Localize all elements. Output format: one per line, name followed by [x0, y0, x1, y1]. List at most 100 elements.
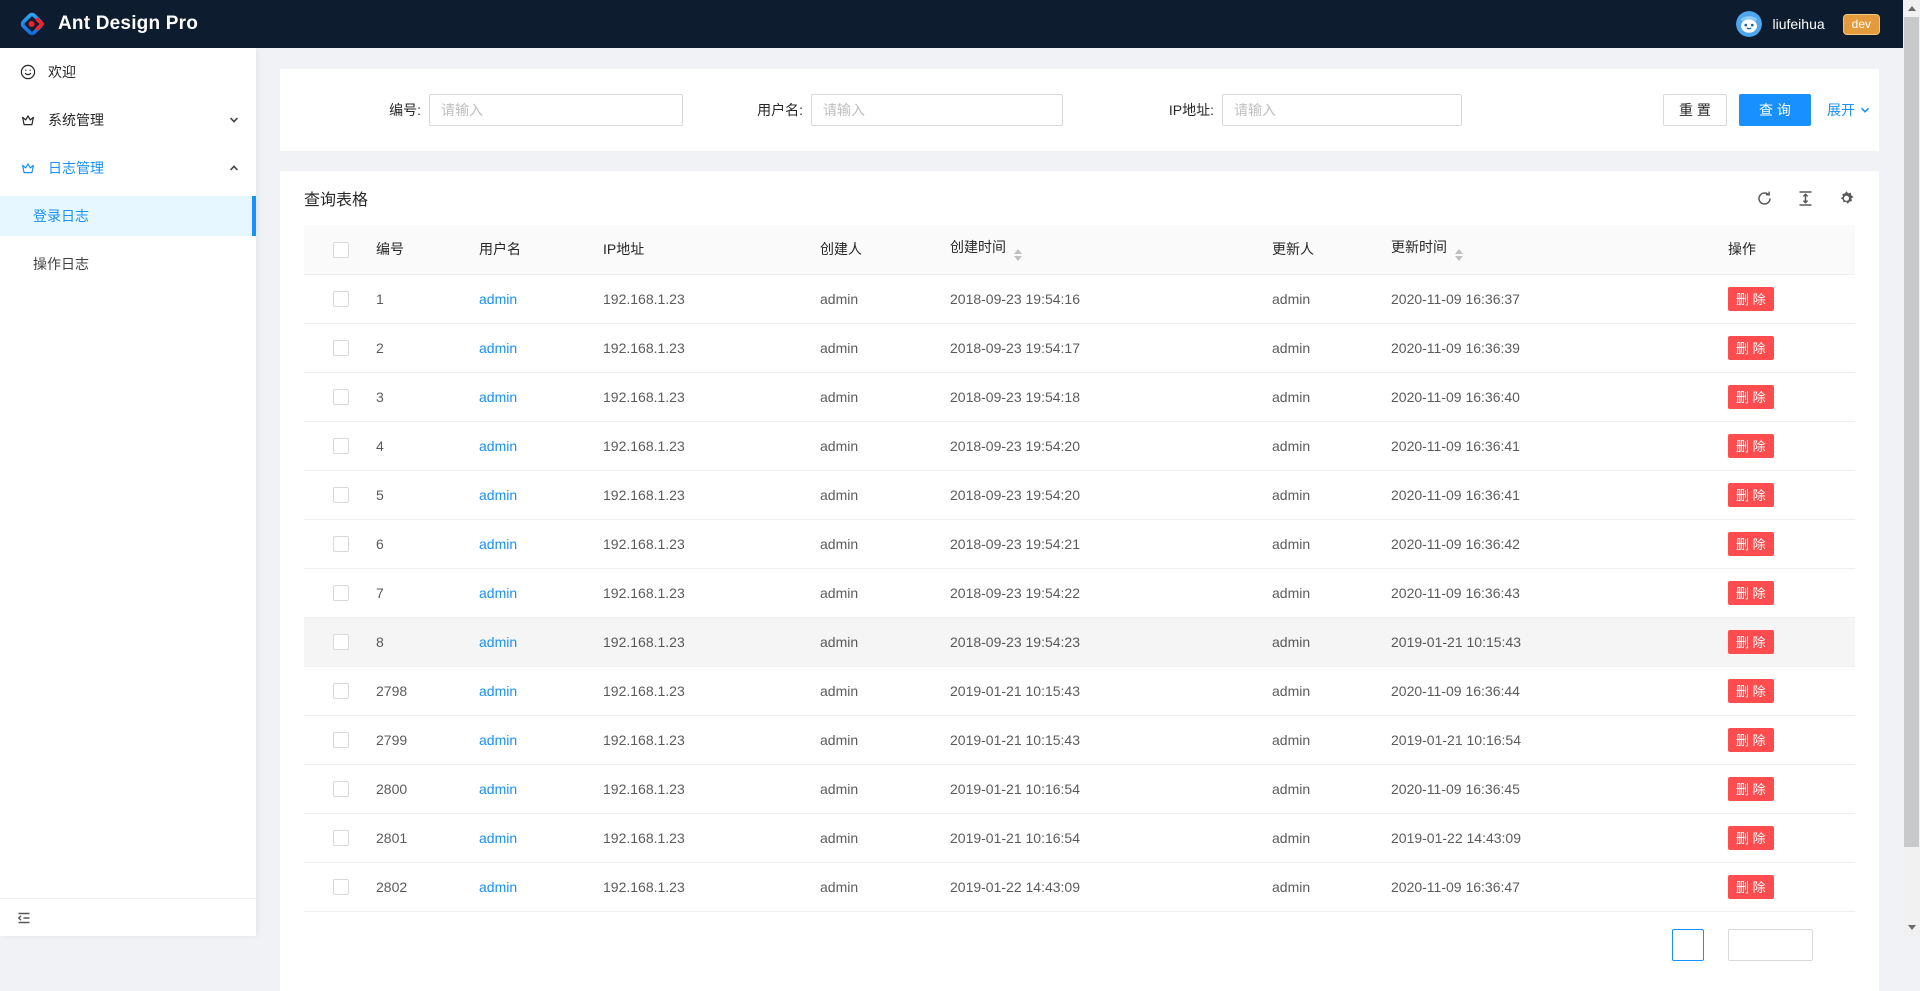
id-field-label: 编号: — [304, 100, 421, 120]
username-link[interactable]: admin — [479, 732, 517, 748]
action-cell: 删 除 — [1712, 715, 1855, 764]
window-scrollbar[interactable] — [1903, 0, 1920, 936]
username-link[interactable]: admin — [479, 291, 517, 307]
ip-input[interactable] — [1222, 94, 1462, 126]
action-cell: 删 除 — [1712, 813, 1855, 862]
delete-button[interactable]: 删 除 — [1728, 385, 1774, 409]
row-select-cell — [304, 617, 360, 666]
scrollbar-thumb[interactable] — [1904, 17, 1919, 847]
username-link[interactable]: admin — [479, 830, 517, 846]
sidebar-item-label: 欢迎 — [48, 62, 76, 82]
column-header: 更新人 — [1256, 225, 1375, 274]
sidebar-item-label: 系统管理 — [48, 110, 104, 130]
sidebar-item-welcome[interactable]: 欢迎 — [0, 52, 256, 92]
row-select-cell — [304, 764, 360, 813]
username-link[interactable]: admin — [479, 389, 517, 405]
create-time-cell: 2019-01-22 14:43:09 — [934, 862, 1256, 911]
username-input[interactable] — [811, 94, 1063, 126]
delete-button[interactable]: 删 除 — [1728, 483, 1774, 507]
username-link[interactable]: admin — [479, 634, 517, 650]
creator-cell: admin — [804, 764, 934, 813]
sidebar-item-log-mgmt[interactable]: 日志管理 — [0, 148, 256, 188]
action-cell: 删 除 — [1712, 274, 1855, 323]
delete-button[interactable]: 删 除 — [1728, 287, 1774, 311]
id-input[interactable] — [429, 94, 683, 126]
updater-cell: admin — [1256, 617, 1375, 666]
delete-button[interactable]: 删 除 — [1728, 532, 1774, 556]
delete-button[interactable]: 删 除 — [1728, 630, 1774, 654]
action-cell: 删 除 — [1712, 372, 1855, 421]
settings-gear-icon[interactable] — [1838, 190, 1855, 207]
username-link[interactable]: admin — [479, 536, 517, 552]
delete-button[interactable]: 删 除 — [1728, 434, 1774, 458]
update-time-cell: 2020-11-09 16:36:40 — [1375, 372, 1712, 421]
row-checkbox[interactable] — [333, 879, 349, 895]
query-button[interactable]: 查 询 — [1739, 94, 1811, 126]
updater-cell: admin — [1256, 323, 1375, 372]
row-select-cell — [304, 862, 360, 911]
row-checkbox[interactable] — [333, 389, 349, 405]
delete-button[interactable]: 删 除 — [1728, 581, 1774, 605]
user-avatar[interactable] — [1736, 11, 1762, 37]
ip-cell: 192.168.1.23 — [587, 568, 804, 617]
sidebar-footer — [0, 898, 256, 936]
create-time-cell: 2018-09-23 19:54:23 — [934, 617, 1256, 666]
scrollbar-up-arrow[interactable] — [1903, 0, 1920, 17]
delete-button[interactable]: 删 除 — [1728, 679, 1774, 703]
crown-icon — [20, 160, 36, 176]
row-checkbox[interactable] — [333, 683, 349, 699]
delete-button[interactable]: 删 除 — [1728, 336, 1774, 360]
username-link[interactable]: admin — [479, 781, 517, 797]
row-checkbox[interactable] — [333, 585, 349, 601]
row-checkbox[interactable] — [333, 732, 349, 748]
scrollbar-down-arrow[interactable] — [1903, 919, 1920, 936]
select-all-checkbox[interactable] — [333, 242, 349, 258]
column-header[interactable]: 更新时间 — [1375, 225, 1712, 274]
row-checkbox[interactable] — [333, 536, 349, 552]
ip-cell: 192.168.1.23 — [587, 470, 804, 519]
row-checkbox[interactable] — [333, 781, 349, 797]
username-link[interactable]: admin — [479, 879, 517, 895]
username-link[interactable]: admin — [479, 438, 517, 454]
column-height-icon[interactable] — [1797, 190, 1814, 207]
delete-button[interactable]: 删 除 — [1728, 826, 1774, 850]
delete-button[interactable]: 删 除 — [1728, 777, 1774, 801]
sorter-icon[interactable] — [1455, 249, 1463, 261]
username-link[interactable]: admin — [479, 683, 517, 699]
row-checkbox[interactable] — [333, 291, 349, 307]
expand-link[interactable]: 展开 — [1827, 94, 1871, 126]
search-form-card: 编号:用户名:IP地址: 重 置 查 询 展开 — [280, 69, 1879, 151]
sidebar-item-system-mgmt[interactable]: 系统管理 — [0, 100, 256, 140]
row-checkbox[interactable] — [333, 438, 349, 454]
column-header[interactable]: 创建时间 — [934, 225, 1256, 274]
row-checkbox[interactable] — [333, 830, 349, 846]
username-link[interactable]: admin — [479, 585, 517, 601]
row-checkbox[interactable] — [333, 487, 349, 503]
search-field-id: 编号: — [304, 94, 683, 126]
pagination-active-page[interactable] — [1672, 929, 1704, 961]
update-time-cell: 2020-11-09 16:36:41 — [1375, 421, 1712, 470]
delete-button[interactable]: 删 除 — [1728, 728, 1774, 752]
logo-area[interactable]: Ant Design Pro — [16, 8, 198, 40]
id-cell: 6 — [360, 519, 463, 568]
username-link[interactable]: admin — [479, 340, 517, 356]
row-checkbox[interactable] — [333, 634, 349, 650]
delete-button[interactable]: 删 除 — [1728, 875, 1774, 899]
sorter-icon[interactable] — [1014, 249, 1022, 261]
username-link[interactable]: admin — [479, 487, 517, 503]
row-checkbox[interactable] — [333, 340, 349, 356]
sidebar-item-operation-log[interactable]: 操作日志 — [0, 244, 256, 284]
menu-fold-icon[interactable] — [16, 910, 32, 926]
action-cell: 删 除 — [1712, 617, 1855, 666]
username-cell: admin — [463, 274, 587, 323]
reset-button[interactable]: 重 置 — [1663, 94, 1727, 126]
create-time-cell: 2018-09-23 19:54:20 — [934, 470, 1256, 519]
reload-icon[interactable] — [1756, 190, 1773, 207]
id-cell: 2802 — [360, 862, 463, 911]
user-name[interactable]: liufeihua — [1772, 16, 1824, 32]
sidebar-item-label: 日志管理 — [48, 158, 104, 178]
column-header-label: 更新时间 — [1391, 239, 1447, 255]
page-size-select[interactable] — [1728, 929, 1813, 961]
chevron-up-icon — [228, 162, 240, 174]
sidebar-item-login-log[interactable]: 登录日志 — [0, 196, 256, 236]
